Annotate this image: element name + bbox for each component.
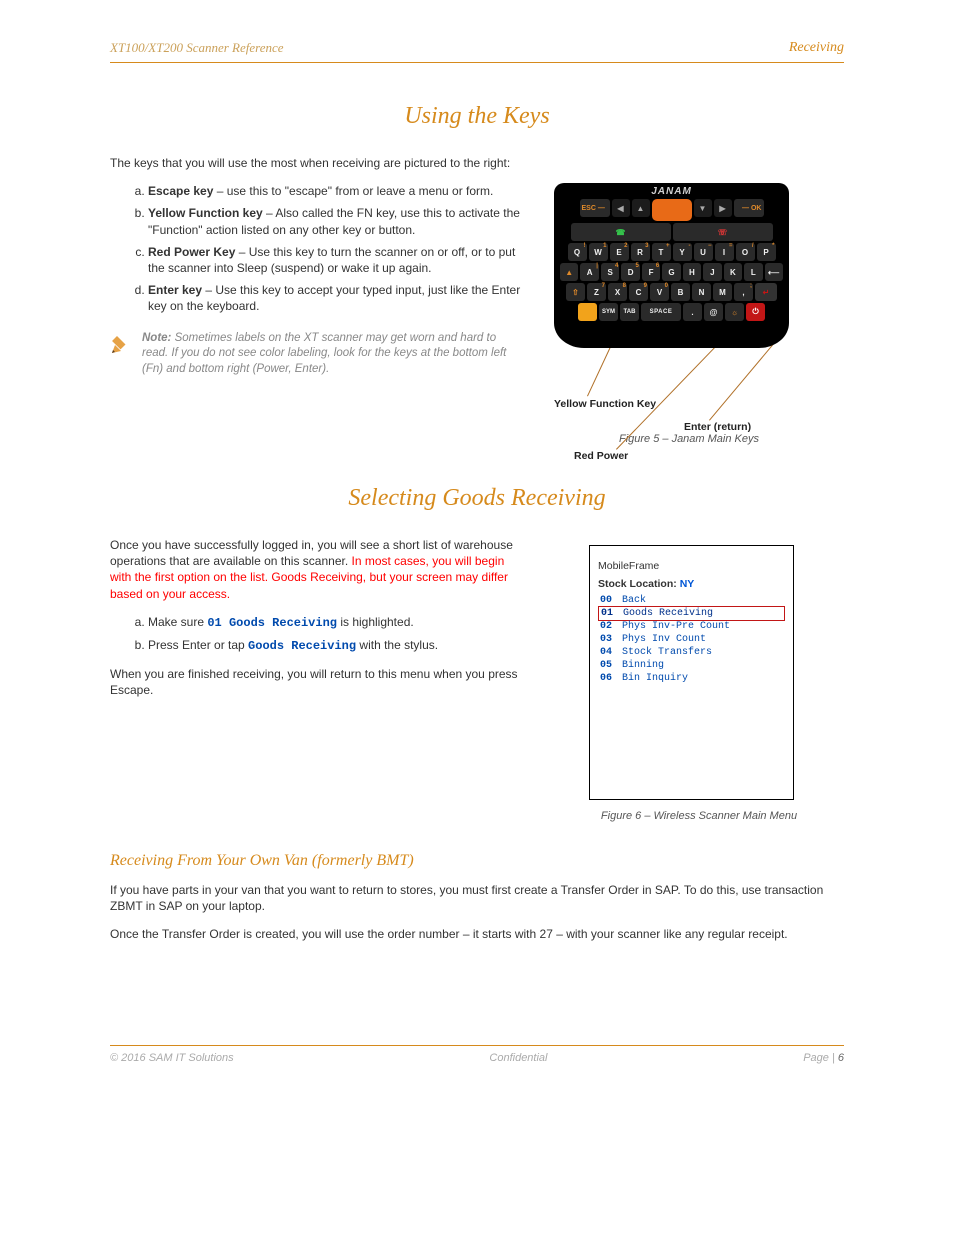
caps-icon: ▲ (560, 263, 578, 281)
note-text: Note: Sometimes labels on the XT scanner… (142, 331, 524, 378)
letter-key: A| (580, 263, 598, 281)
center-pad (652, 199, 692, 221)
key-description-list: Escape key – use this to "escape" from o… (110, 183, 524, 314)
subheading-van: Receiving From Your Own Van (formerly BM… (110, 852, 844, 870)
space-key: SPACE (641, 303, 681, 321)
diagram-caption: Figure 5 – Janam Main Keys (554, 433, 824, 445)
letter-key: S4 (601, 263, 619, 281)
screen-caption: Figure 6 – Wireless Scanner Main Menu (554, 810, 844, 822)
key-desc-red-power: Red Power Key – Use this key to turn the… (148, 244, 524, 276)
intro-paragraph: The keys that you will use the most when… (110, 155, 524, 171)
letter-key: Y- (673, 243, 692, 261)
goods-step-1: Make sure 01 Goods Receiving is highligh… (148, 614, 524, 631)
header-rule (110, 62, 844, 63)
stock-line: Stock Location: NY (598, 578, 785, 590)
van-paragraph-2: Once the Transfer Order is created, you … (110, 926, 844, 942)
shift-icon: ⇧ (566, 283, 585, 301)
sym-key: SYM (599, 303, 618, 321)
nav-right-icon: ▶ (714, 199, 732, 217)
letter-key: V0 (650, 283, 669, 301)
letter-key: R3 (631, 243, 650, 261)
section-title-goods: Selecting Goods Receiving (110, 485, 844, 512)
letter-key: I= (715, 243, 734, 261)
letter-key: N (692, 283, 711, 301)
letter-key: H (683, 263, 701, 281)
call-icon: ☎ (571, 223, 671, 241)
goods-steps: Make sure 01 Goods Receiving is highligh… (110, 614, 524, 654)
letter-key: B (671, 283, 690, 301)
end-call-icon: ☏ (673, 223, 773, 241)
key-desc-yellow-fn: Yellow Function key – Also called the FN… (148, 205, 524, 237)
key-desc-escape: Escape key – use this to "escape" from o… (148, 183, 524, 199)
menu-row: 03Phys Inv Count (598, 633, 785, 646)
label-yellow-fn: Yellow Function Key (554, 398, 656, 410)
esc-key: ESC — (580, 199, 610, 217)
letter-key: T+ (652, 243, 671, 261)
letter-key: L (744, 263, 762, 281)
menu-row: 06Bin Inquiry (598, 672, 785, 685)
label-enter: Enter (return) (684, 421, 751, 433)
nav-up-icon: ▲ (632, 199, 650, 217)
header-left: XT100/XT200 Scanner Reference (110, 40, 284, 56)
goods-intro-paragraph: Once you have successfully logged in, yo… (110, 537, 524, 602)
letter-key: K (724, 263, 742, 281)
backspace-icon: ⟵ (765, 263, 783, 281)
tab-key: TAB (620, 303, 639, 321)
menu-row: 01Goods Receiving (598, 606, 785, 621)
letter-key: O/ (736, 243, 755, 261)
section-title-keys: Using the Keys (110, 103, 844, 130)
keyboard-row-1: Q!W1E2R3T+Y-U−I=O/P* (554, 242, 789, 262)
letter-key: Q! (568, 243, 587, 261)
note-block: Note: Sometimes labels on the XT scanner… (110, 331, 524, 378)
screen-title: MobileFrame (598, 560, 785, 572)
goods-outro-paragraph: When you are finished receiving, you wil… (110, 666, 524, 698)
period-key: . (683, 303, 702, 321)
pencil-icon (110, 333, 134, 355)
letter-key: E2 (610, 243, 629, 261)
comma-key: ,; (734, 283, 753, 301)
goods-step-2: Press Enter or tap Goods Receiving with … (148, 637, 524, 654)
letter-key: D5 (621, 263, 639, 281)
letter-key: C9 (629, 283, 648, 301)
letter-key: X8 (608, 283, 627, 301)
light-icon: ☼ (725, 303, 744, 321)
menu-row: 05Binning (598, 659, 785, 672)
letter-key: U− (694, 243, 713, 261)
header-right: Receiving (789, 40, 844, 56)
yellow-fn-key (578, 303, 597, 321)
footer-rule (110, 1045, 844, 1046)
menu-row: 04Stock Transfers (598, 646, 785, 659)
key-desc-enter: Enter key – Use this key to accept your … (148, 282, 524, 314)
scanner-screen: MobileFrame Stock Location: NY 00Back01G… (589, 545, 794, 800)
nav-left-icon: ◀ (612, 199, 630, 217)
at-key: @ (704, 303, 723, 321)
ok-key: — OK (734, 199, 764, 217)
device-diagram: Escape Yellow Function Key Enter (return… (554, 183, 824, 445)
letter-key: J (703, 263, 721, 281)
power-key-icon: ⏻ (746, 303, 765, 321)
footer-right: Page | 6 (803, 1052, 844, 1064)
menu-list: 00Back01Goods Receiving02Phys Inv-Pre Co… (598, 594, 785, 685)
letter-key: M (713, 283, 732, 301)
device-logo: JANAM (554, 183, 789, 198)
menu-row: 02Phys Inv-Pre Count (598, 620, 785, 633)
label-red-power: Red Power (574, 450, 628, 462)
letter-key: Z7 (587, 283, 606, 301)
van-paragraph-1: If you have parts in your van that you w… (110, 882, 844, 914)
nav-down-icon: ▼ (694, 199, 712, 217)
footer-center: Confidential (489, 1052, 547, 1064)
enter-key-icon: ↵ (755, 283, 777, 301)
letter-key: F6 (642, 263, 660, 281)
letter-key: G (662, 263, 680, 281)
footer-left: © 2016 SAM IT Solutions (110, 1052, 234, 1064)
letter-key: W1 (589, 243, 608, 261)
letter-key: P* (757, 243, 776, 261)
